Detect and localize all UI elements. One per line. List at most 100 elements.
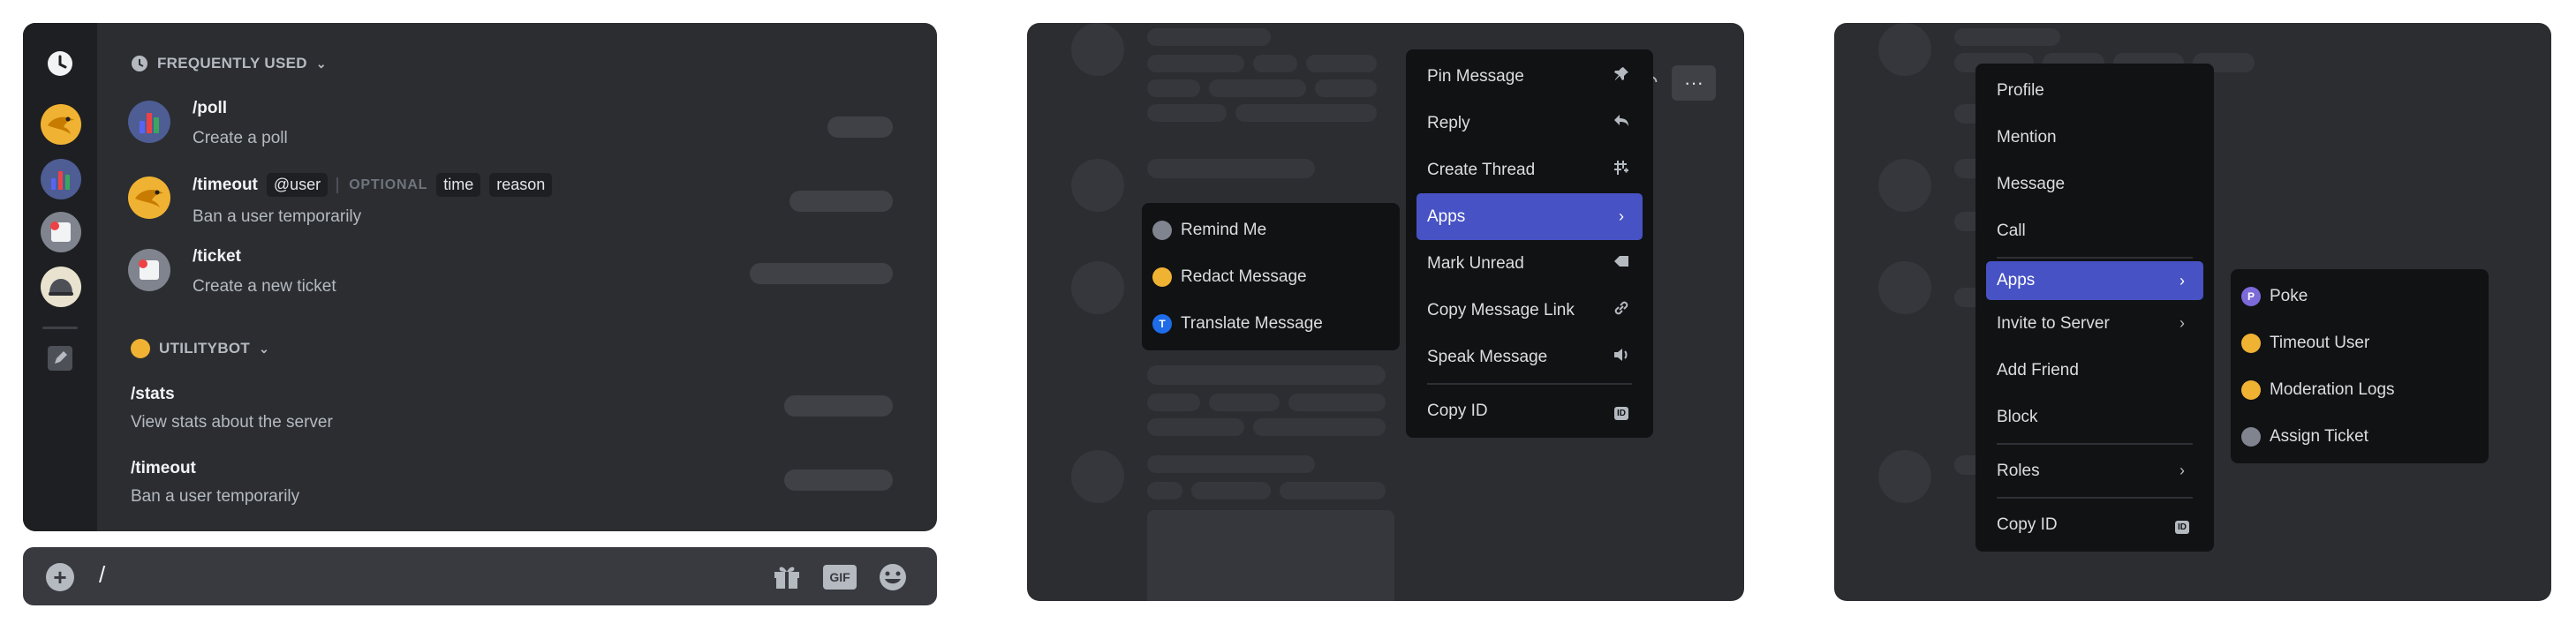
text-placeholder (1253, 55, 1297, 72)
bird-bot-icon[interactable] (41, 104, 81, 145)
skeleton-bar (784, 469, 893, 491)
optional-label: OPTIONAL (336, 177, 427, 193)
menu-item-invite-to-server[interactable]: Invite to Server › (1986, 300, 2203, 347)
menu-item-label: Speak Message (1427, 347, 1548, 366)
submenu-item-translate-message[interactable]: T Translate Message (1142, 300, 1400, 347)
pin-icon (1611, 66, 1632, 86)
avatar-placeholder (1878, 159, 1931, 212)
submenu-item-remind-me[interactable]: Remind Me (1142, 207, 1400, 253)
text-placeholder (1147, 104, 1227, 122)
skeleton-bar (750, 263, 893, 284)
menu-item-message[interactable]: Message (1986, 161, 2203, 207)
helmet-bot-icon[interactable] (41, 267, 81, 307)
gift-icon[interactable] (772, 562, 802, 595)
poll-bot-icon[interactable] (41, 159, 81, 199)
section-frequently-used[interactable]: FREQUENTLY USED ⌄ (131, 55, 327, 72)
menu-item-copy-message-link[interactable]: Copy Message Link (1416, 287, 1643, 334)
command-ticket[interactable]: /ticket Create a new ticket (193, 247, 336, 297)
menu-item-add-friend[interactable]: Add Friend (1986, 347, 2203, 394)
chat-input-bar[interactable]: + / GIF (23, 547, 937, 605)
menu-item-roles[interactable]: Roles › (1986, 447, 2203, 494)
menu-item-profile[interactable]: Profile (1986, 67, 2203, 114)
submenu-item-moderation-logs[interactable]: Moderation Logs (2231, 366, 2489, 413)
avatar-placeholder (1071, 23, 1124, 76)
menu-item-apps[interactable]: Apps › (1416, 193, 1643, 240)
menu-divider (1997, 257, 2193, 259)
more-options-icon[interactable]: ··· (1672, 65, 1716, 101)
menu-item-copy-id[interactable]: Copy ID ID (1416, 387, 1643, 434)
chevron-right-icon: › (2179, 314, 2185, 332)
bird-bot-icon (2241, 333, 2261, 353)
menu-divider (1997, 497, 2193, 499)
menu-item-mention[interactable]: Mention (1986, 114, 2203, 161)
reply-icon (1611, 114, 1632, 132)
menu-item-speak-message[interactable]: Speak Message (1416, 334, 1643, 380)
menu-item-apps[interactable]: Apps › (1986, 261, 2203, 300)
menu-item-label: Pin Message (1427, 66, 1524, 86)
submenu-item-redact-message[interactable]: Redact Message (1142, 253, 1400, 300)
menu-item-reply[interactable]: Reply (1416, 100, 1643, 146)
text-placeholder (1147, 159, 1315, 178)
submenu-item-label: Translate Message (1181, 313, 1323, 333)
submenu-item-label: Redact Message (1181, 267, 1307, 286)
chat-input[interactable]: / (99, 561, 105, 589)
text-placeholder (1147, 455, 1315, 473)
bird-bot-icon (1152, 267, 1172, 287)
command-picker-panel: FREQUENTLY USED ⌄ /poll Create a poll /t… (23, 23, 937, 531)
submenu-item-timeout-user[interactable]: Timeout User (2231, 319, 2489, 366)
emoji-icon[interactable] (878, 562, 908, 597)
text-placeholder (1147, 28, 1271, 46)
command-stats[interactable]: /stats View stats about the server (131, 385, 333, 432)
avatar-placeholder (1878, 23, 1931, 76)
menu-item-label: Add Friend (1997, 360, 2079, 379)
submenu-item-poke[interactable]: P Poke (2231, 273, 2489, 319)
option-reason[interactable]: reason (489, 173, 553, 197)
command-name: /stats (131, 385, 175, 403)
edit-icon[interactable] (48, 346, 72, 371)
ticket-bot-icon[interactable] (41, 212, 81, 252)
menu-divider (1427, 383, 1632, 385)
submenu-item-assign-ticket[interactable]: Assign Ticket (2231, 413, 2489, 460)
menu-item-label: Apps (1427, 207, 1466, 226)
menu-item-create-thread[interactable]: Create Thread (1416, 146, 1643, 193)
menu-item-label: Copy ID (1997, 515, 2058, 534)
text-placeholder (1209, 394, 1280, 411)
command-poll[interactable]: /poll Create a poll (193, 99, 288, 148)
text-placeholder (1235, 104, 1377, 122)
command-timeout[interactable]: /timeout @user OPTIONAL time reason Ban … (193, 173, 553, 227)
timeout-avatar (128, 177, 170, 219)
message-context-menu: Pin Message Reply Create Thread Apps › M… (1406, 49, 1653, 438)
text-placeholder (1306, 55, 1377, 72)
command-description: Ban a user temporarily (131, 487, 300, 506)
chevron-down-icon: ⌄ (259, 341, 270, 356)
menu-item-label: Mention (1997, 127, 2057, 146)
add-attachment-icon[interactable]: + (46, 563, 74, 591)
avatar-placeholder (1071, 261, 1124, 314)
menu-item-block[interactable]: Block (1986, 394, 2203, 440)
section-utilitybot[interactable]: UTILITYBOT ⌄ (131, 339, 269, 358)
gif-button[interactable]: GIF (823, 565, 857, 590)
command-name: /timeout (193, 175, 258, 194)
submenu-item-label: Moderation Logs (2270, 379, 2395, 399)
command-timeout-bot[interactable]: /timeout Ban a user temporarily (131, 459, 299, 507)
menu-item-call[interactable]: Call (1986, 207, 2203, 254)
apps-submenu: P Poke Timeout User Moderation Logs Assi… (2231, 269, 2489, 463)
text-placeholder (1288, 394, 1386, 411)
user-context-panel: Profile Mention Message Call Apps › Invi… (1834, 23, 2551, 601)
avatar-placeholder (1878, 450, 1931, 503)
menu-item-mark-unread[interactable]: Mark Unread (1416, 240, 1643, 287)
menu-item-pin-message[interactable]: Pin Message (1416, 53, 1643, 100)
poke-bot-icon: P (2241, 286, 2261, 306)
text-placeholder (1147, 482, 1182, 500)
command-name: /poll (193, 99, 228, 117)
option-time[interactable]: time (436, 173, 481, 197)
clock-icon[interactable] (46, 49, 74, 78)
command-description: Create a new ticket (193, 277, 336, 296)
menu-item-label: Invite to Server (1997, 313, 2110, 333)
id-badge: ID (1614, 407, 1628, 420)
section-label: UTILITYBOT (159, 340, 251, 357)
text-placeholder (1280, 482, 1386, 500)
menu-item-copy-id[interactable]: Copy ID ID (1986, 501, 2203, 548)
submenu-item-label: Timeout User (2270, 333, 2370, 352)
command-description: Create a poll (193, 129, 288, 147)
